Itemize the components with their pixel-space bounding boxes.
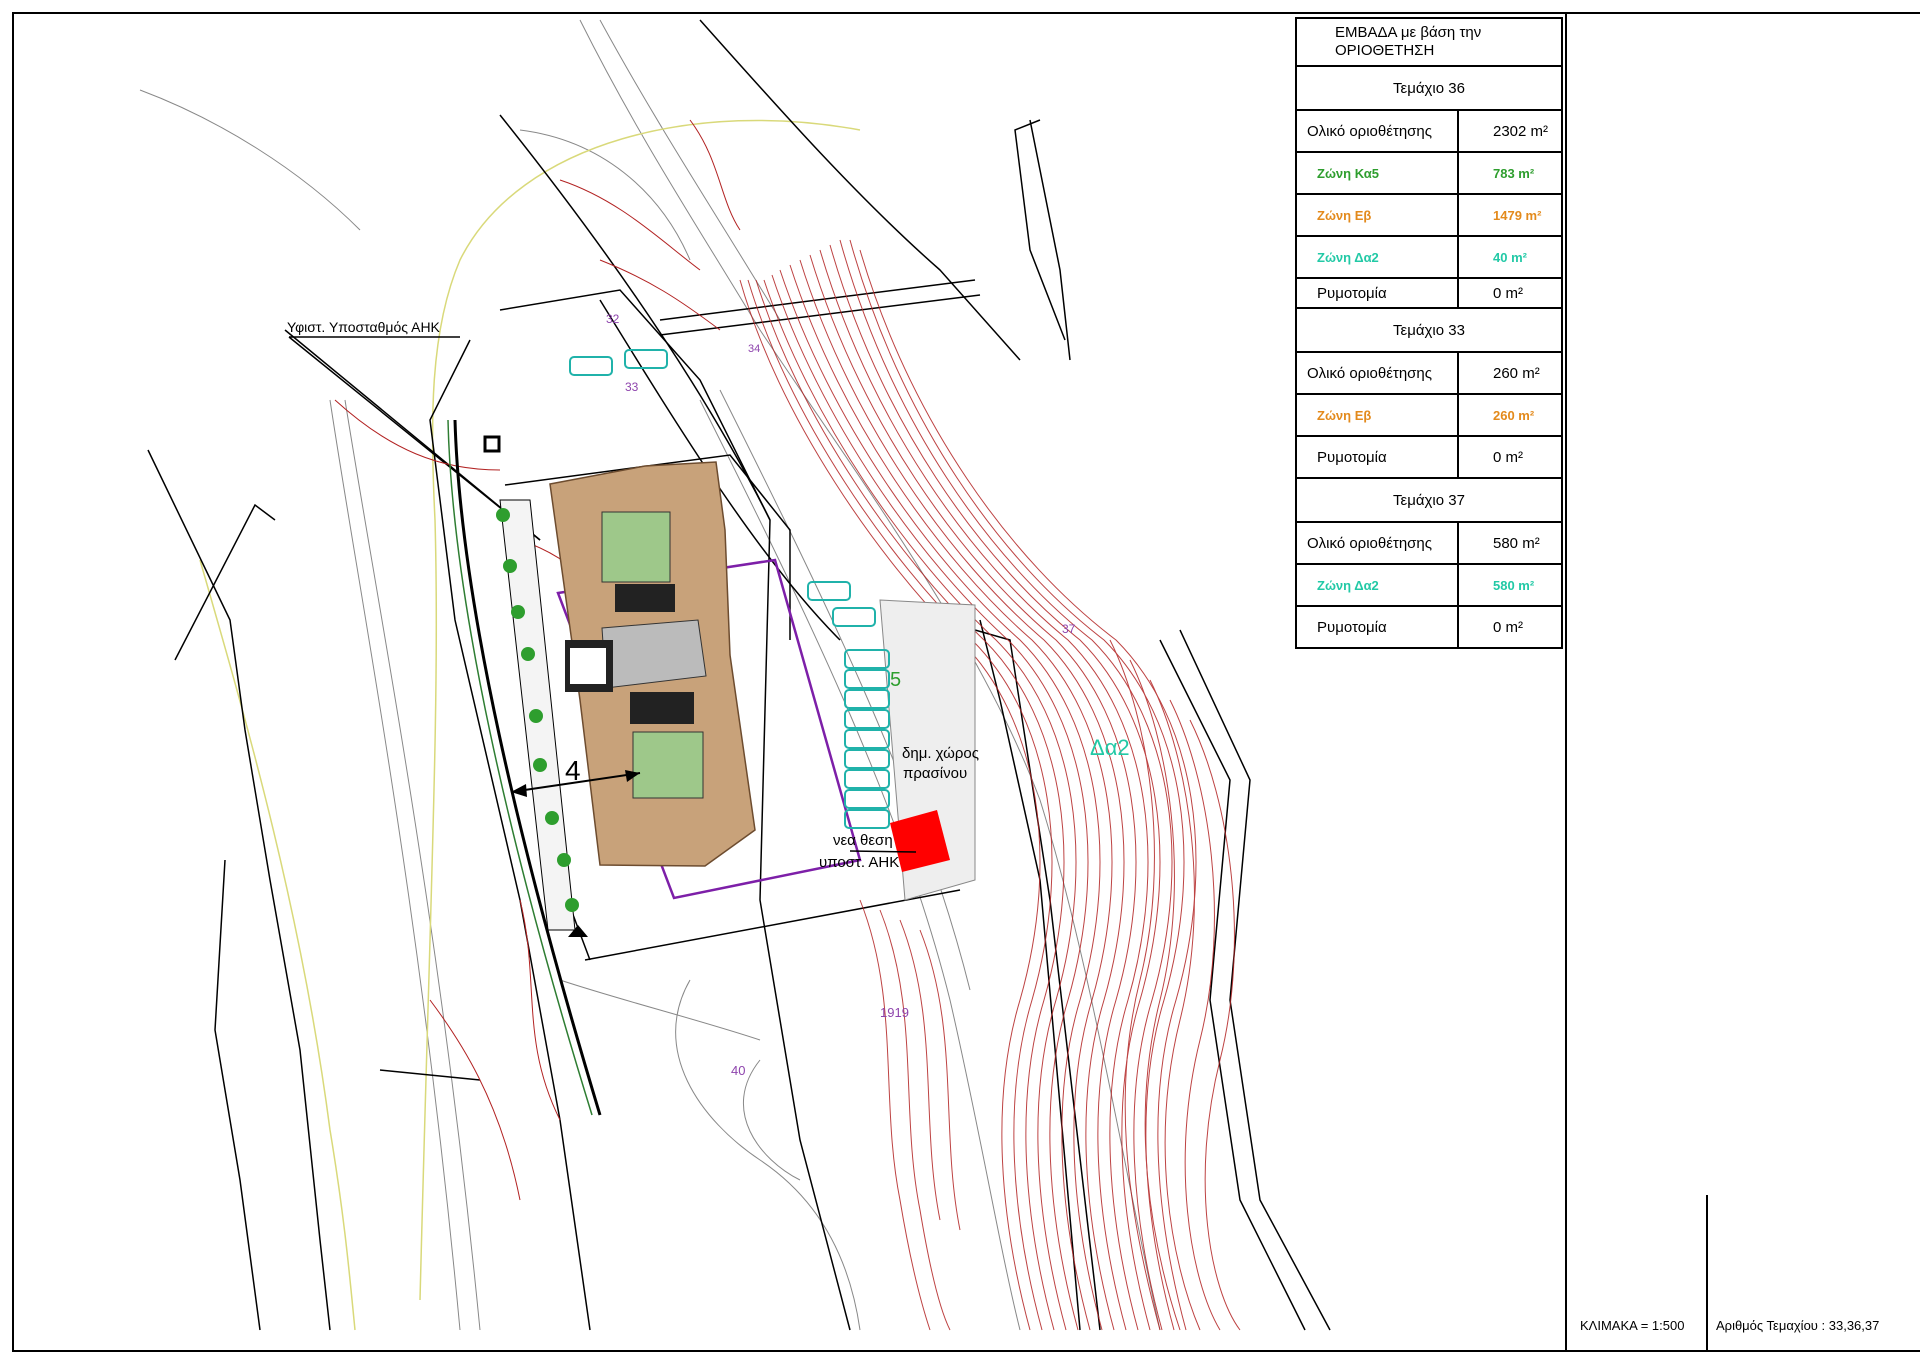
- row-label: Ολικό οριοθέτησης: [1295, 521, 1459, 565]
- table-title-line2: ΟΡΙΟΘΕΤΗΣΗ: [1335, 42, 1435, 59]
- row-value: 2302 m²: [1457, 109, 1563, 153]
- row-label: Ζώνη Εβ: [1295, 393, 1459, 437]
- row-value: 40 m²: [1457, 235, 1563, 279]
- table-row: Ζώνη Εβ 260 m²: [1295, 393, 1563, 437]
- section-parcel-36: Τεμάχιο 36 Ολικό οριοθέτησης 2302 m² Ζών…: [1295, 65, 1563, 309]
- parcel-label-1919: 1919: [880, 1005, 909, 1020]
- zone-da2-label: Δα2: [1090, 735, 1130, 760]
- row-value: 0 m²: [1457, 435, 1563, 479]
- row-label: Ζώνη Εβ: [1295, 193, 1459, 237]
- areas-table: ΕΜΒΑΔΑ με βάση την ΟΡΙΟΘΕΤΗΣΗ Τεμάχιο 36…: [1295, 17, 1563, 649]
- table-row: Ρυμοτομία 0 m²: [1295, 605, 1563, 649]
- row-value: 0 m²: [1457, 277, 1563, 309]
- section-header: Τεμάχιο 36: [1295, 65, 1563, 111]
- row-label: Ζώνη Δα2: [1295, 235, 1459, 279]
- table-row: Ζώνη Δα2 40 m²: [1295, 235, 1563, 279]
- green-space-label-1: δημ. χώρος: [902, 745, 979, 762]
- table-row: Ολικό οριοθέτησης 2302 m²: [1295, 109, 1563, 153]
- green-space-label-2: πρασίνου: [903, 765, 967, 782]
- distance-label: 4: [565, 755, 581, 786]
- new-position-label-2: υποστ. ΑΗΚ: [819, 854, 899, 871]
- section-parcel-33: Τεμάχιο 33 Ολικό οριοθέτησης 260 m² Ζώνη…: [1295, 307, 1563, 479]
- parcel-label-32: 32: [606, 312, 620, 326]
- row-label: Ρυμοτομία: [1295, 605, 1459, 649]
- courtyard-south: [632, 731, 704, 799]
- row-label: Ρυμοτομία: [1295, 277, 1459, 309]
- table-row: Ρυμοτομία 0 m²: [1295, 277, 1563, 309]
- row-label: Ζώνη Κα5: [1295, 151, 1459, 195]
- parcel-label-34: 34: [748, 343, 760, 355]
- row-value: 0 m²: [1457, 605, 1563, 649]
- row-value: 260 m²: [1457, 351, 1563, 395]
- parcel-numbers-label: Αριθμός Τεμαχίου : 33,36,37: [1716, 1318, 1879, 1333]
- parcel-label-33: 33: [625, 380, 639, 394]
- table-row: Ολικό οριοθέτησης 260 m²: [1295, 351, 1563, 395]
- building: [549, 461, 756, 867]
- table-title: ΕΜΒΑΔΑ με βάση την ΟΡΙΟΘΕΤΗΣΗ: [1295, 17, 1563, 67]
- row-label: Ολικό οριοθέτησης: [1295, 351, 1459, 395]
- section-header: Τεμάχιο 37: [1295, 477, 1563, 523]
- table-row: Ζώνη Εβ 1479 m²: [1295, 193, 1563, 237]
- parcel-boundaries: [147, 19, 1331, 1331]
- scale-label: ΚΛΙΜΑΚΑ = 1:500: [1580, 1318, 1684, 1333]
- row-label: Ρυμοτομία: [1295, 435, 1459, 479]
- table-row: Ολικό οριοθέτησης 580 m²: [1295, 521, 1563, 565]
- contour-lines: [739, 239, 1241, 1331]
- table-title-line1: ΕΜΒΑΔΑ με βάση την: [1335, 24, 1482, 41]
- row-value: 580 m²: [1457, 521, 1563, 565]
- courtyard-north: [601, 511, 671, 583]
- parcel-label-37: 37: [1062, 622, 1076, 636]
- new-position-leader: [849, 850, 917, 853]
- table-row: Ρυμοτομία 0 m²: [1295, 435, 1563, 479]
- parcel-label-40: 40: [731, 1063, 745, 1078]
- site-plan-map: Υφιστ. Υποσταθμός ΑΗΚ 4 δημ. χώρος πρασί…: [12, 12, 1920, 1352]
- substation-label: Υφιστ. Υποσταθμός ΑΗΚ: [287, 319, 441, 335]
- central-hall: [601, 619, 707, 689]
- row-value: 580 m²: [1457, 563, 1563, 607]
- existing-substation-box: [483, 435, 501, 453]
- zone-ka5-fragment-label: 5: [890, 669, 901, 691]
- table-row: Ζώνη Κα5 783 m²: [1295, 151, 1563, 195]
- table-row: Ζώνη Δα2 580 m²: [1295, 563, 1563, 607]
- section-header: Τεμάχιο 33: [1295, 307, 1563, 353]
- row-label: Ζώνη Δα2: [1295, 563, 1459, 607]
- row-value: 1479 m²: [1457, 193, 1563, 237]
- new-position-label-1: νεα θεση: [833, 832, 893, 849]
- row-value: 260 m²: [1457, 393, 1563, 437]
- yellow-boundary-line-left: [199, 559, 356, 1331]
- row-label: Ολικό οριοθέτησης: [1295, 109, 1459, 153]
- section-parcel-37: Τεμάχιο 37 Ολικό οριοθέτησης 580 m² Ζώνη…: [1295, 477, 1563, 649]
- row-value: 783 m²: [1457, 151, 1563, 195]
